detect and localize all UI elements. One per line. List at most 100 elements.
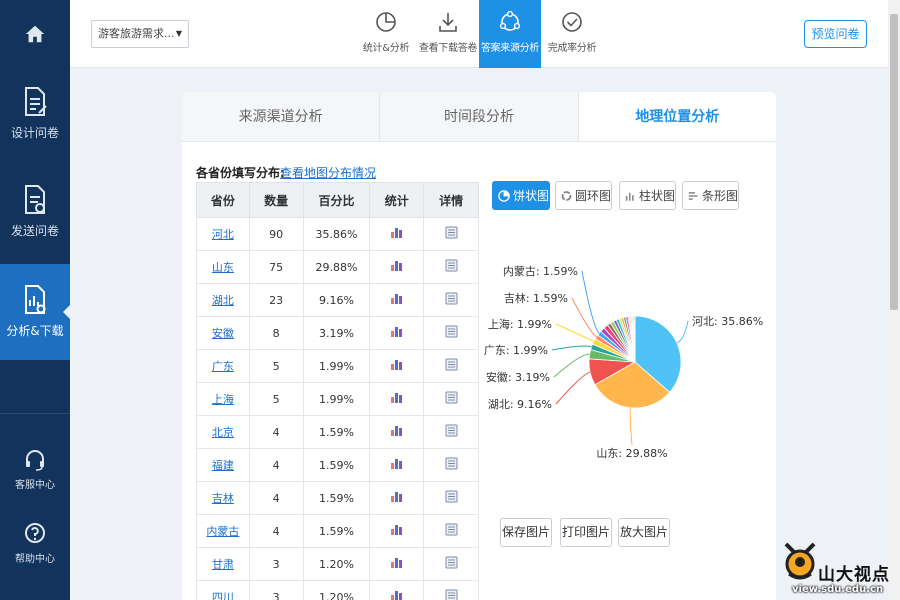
nav-label: 统计&分析 bbox=[362, 43, 410, 54]
tab-channel-source[interactable]: 来源渠道分析 bbox=[182, 92, 381, 141]
detail-list-icon[interactable] bbox=[445, 391, 458, 407]
top-bar: 游客旅游需求... ▼ 统计&分析 查看下载答卷 答案来源分析 完成率分析 预览… bbox=[70, 0, 888, 68]
pie-chart-icon bbox=[376, 12, 396, 32]
chart-type-label: 柱状图 bbox=[638, 189, 675, 203]
bar-chart-icon[interactable] bbox=[390, 358, 403, 374]
chart-type-label: 饼状图 bbox=[512, 189, 549, 203]
nav-stats-analysis[interactable]: 统计&分析 bbox=[355, 0, 417, 68]
source-icon bbox=[499, 11, 521, 31]
bar-chart-icon[interactable] bbox=[390, 325, 403, 341]
detail-cell bbox=[423, 547, 479, 581]
pie-leader-line bbox=[629, 407, 633, 446]
sidebar-item-help[interactable]: 帮助中心 bbox=[0, 522, 70, 568]
tab-time-period[interactable]: 时间段分析 bbox=[380, 92, 579, 141]
column-header: 省份 bbox=[196, 182, 250, 218]
bar-chart-icon[interactable] bbox=[390, 490, 403, 506]
province-cell: 内蒙古 bbox=[196, 514, 250, 548]
province-link[interactable]: 甘肃 bbox=[212, 558, 234, 571]
table-row: 内蒙古 4 1.59% bbox=[196, 514, 479, 548]
nav-completion-rate[interactable]: 完成率分析 bbox=[541, 0, 603, 68]
bar-chart-icon[interactable] bbox=[390, 391, 403, 407]
detail-list-icon[interactable] bbox=[445, 589, 458, 600]
detail-list-icon[interactable] bbox=[445, 325, 458, 341]
nav-answer-source[interactable]: 答案来源分析 bbox=[479, 0, 541, 68]
chart-type-ring-button[interactable]: 圆环图 bbox=[555, 181, 612, 210]
pie-label: 山东: 29.88% bbox=[596, 447, 667, 460]
chart-type-hbar-button[interactable]: 条形图 bbox=[682, 181, 739, 210]
province-link[interactable]: 福建 bbox=[212, 459, 234, 472]
sidebar-item-analysis[interactable]: 分析&下载 bbox=[0, 264, 70, 360]
detail-cell bbox=[423, 283, 479, 317]
detail-list-icon[interactable] bbox=[445, 556, 458, 572]
stat-cell bbox=[369, 481, 425, 515]
survey-select-value: 游客旅游需求... bbox=[98, 27, 175, 40]
bar-chart-icon[interactable] bbox=[390, 424, 403, 440]
count-cell: 4 bbox=[248, 514, 304, 548]
bar-chart-icon[interactable] bbox=[390, 589, 403, 600]
bar-chart-icon[interactable] bbox=[390, 226, 403, 242]
watermark-url: view.sdu.edu.cn bbox=[792, 584, 884, 595]
province-link[interactable]: 上海 bbox=[212, 393, 234, 406]
enlarge-image-button[interactable]: 放大图片 bbox=[618, 518, 670, 547]
province-cell: 广东 bbox=[196, 349, 250, 383]
preview-survey-button[interactable]: 预览问卷 bbox=[804, 20, 867, 48]
download-icon bbox=[439, 13, 457, 32]
detail-list-icon[interactable] bbox=[445, 358, 458, 374]
bar-chart-icon[interactable] bbox=[390, 292, 403, 308]
province-link[interactable]: 广东 bbox=[212, 360, 234, 373]
percent-cell: 1.99% bbox=[302, 382, 371, 416]
sidebar: 设计问卷 发送问卷 分析&下载 客服中心 帮助中心 bbox=[0, 0, 70, 600]
province-link[interactable]: 内蒙古 bbox=[206, 525, 239, 538]
home-icon bbox=[25, 25, 45, 43]
map-distribution-link[interactable]: 查看地图分布情况 bbox=[280, 164, 376, 181]
chart-type-bar-button[interactable]: 柱状图 bbox=[619, 181, 676, 210]
sidebar-item-design[interactable]: 设计问卷 bbox=[0, 86, 70, 156]
percent-cell: 9.16% bbox=[302, 283, 371, 317]
sidebar-item-send[interactable]: 发送问卷 bbox=[0, 184, 70, 254]
detail-list-icon[interactable] bbox=[445, 457, 458, 473]
bar-chart-icon[interactable] bbox=[390, 457, 403, 473]
survey-select[interactable]: 游客旅游需求... ▼ bbox=[91, 20, 189, 48]
sidebar-item-label: 设计问卷 bbox=[10, 126, 59, 140]
province-link[interactable]: 安徽 bbox=[212, 327, 234, 340]
detail-cell bbox=[423, 514, 479, 548]
province-link[interactable]: 北京 bbox=[212, 426, 234, 439]
chart-type-pie-button[interactable]: 饼状图 bbox=[492, 181, 550, 210]
print-image-button[interactable]: 打印图片 bbox=[560, 518, 612, 547]
save-image-button[interactable]: 保存图片 bbox=[500, 518, 552, 547]
analysis-icon bbox=[25, 285, 46, 314]
nav-download-answers[interactable]: 查看下载答卷 bbox=[417, 0, 479, 68]
province-cell: 安徽 bbox=[196, 316, 250, 350]
page-scrollbar-thumb[interactable] bbox=[890, 14, 898, 310]
province-link[interactable]: 四川 bbox=[212, 591, 234, 600]
province-link[interactable]: 吉林 bbox=[212, 492, 234, 505]
count-cell: 4 bbox=[248, 481, 304, 515]
detail-list-icon[interactable] bbox=[445, 292, 458, 308]
detail-list-icon[interactable] bbox=[445, 523, 458, 539]
percent-cell: 1.99% bbox=[302, 349, 371, 383]
detail-list-icon[interactable] bbox=[445, 424, 458, 440]
bar-chart-icon[interactable] bbox=[390, 259, 403, 275]
home-button[interactable] bbox=[0, 0, 70, 68]
detail-cell bbox=[423, 217, 479, 251]
percent-cell: 1.59% bbox=[302, 415, 371, 449]
detail-cell bbox=[423, 448, 479, 482]
bar-chart-icon[interactable] bbox=[390, 556, 403, 572]
count-cell: 90 bbox=[248, 217, 304, 251]
stat-cell bbox=[369, 415, 425, 449]
sidebar-item-service[interactable]: 客服中心 bbox=[0, 448, 70, 494]
tab-geo-location[interactable]: 地理位置分析 bbox=[578, 92, 776, 141]
pie-label: 广东: 1.99% bbox=[484, 344, 548, 357]
detail-list-icon[interactable] bbox=[445, 226, 458, 242]
percent-cell: 1.59% bbox=[302, 514, 371, 548]
bar-chart-icon[interactable] bbox=[390, 523, 403, 539]
column-header: 详情 bbox=[423, 182, 479, 218]
table-row: 河北 90 35.86% bbox=[196, 217, 479, 251]
province-link[interactable]: 山东 bbox=[212, 261, 234, 274]
province-cell: 甘肃 bbox=[196, 547, 250, 581]
province-link[interactable]: 湖北 bbox=[212, 294, 234, 307]
province-link[interactable]: 河北 bbox=[212, 228, 234, 241]
detail-list-icon[interactable] bbox=[445, 259, 458, 275]
chart-type-label: 条形图 bbox=[701, 189, 738, 203]
detail-list-icon[interactable] bbox=[445, 490, 458, 506]
